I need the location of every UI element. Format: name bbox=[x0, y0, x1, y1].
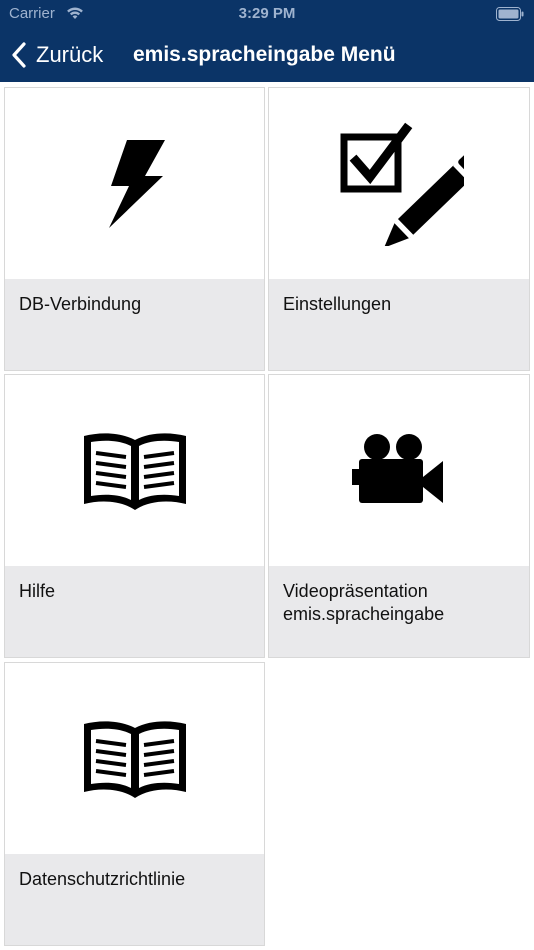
tile-label-area: DB-Verbindung bbox=[5, 279, 264, 370]
menu-grid: DB-Verbindung Einstellungen Hilfe Videop… bbox=[0, 82, 534, 950]
status-bar: Carrier 3:29 PM bbox=[0, 0, 534, 28]
tile-icon-area bbox=[269, 88, 529, 279]
status-time: 3:29 PM bbox=[238, 5, 296, 22]
menu-item-datenschutzrichtlinie[interactable]: Datenschutzrichtlinie bbox=[4, 662, 265, 946]
back-button[interactable]: Zurück bbox=[10, 28, 103, 82]
menu-item-label: Einstellungen bbox=[283, 294, 392, 314]
lightning-icon bbox=[108, 139, 165, 228]
app-screen: Carrier 3:29 PM Zurück emis.spracheingab… bbox=[0, 0, 534, 950]
back-label: Zurück bbox=[36, 42, 104, 67]
tile-icon-area bbox=[5, 88, 264, 279]
menu-item-label: DB-Verbindung bbox=[19, 294, 142, 314]
navigation-bar: Zurück emis.spracheingabe Menü bbox=[0, 28, 534, 82]
menu-item-label: Datenschutzrichtlinie bbox=[19, 869, 186, 889]
page-title: emis.spracheingabe Menü bbox=[133, 43, 396, 66]
chevron-left-icon bbox=[12, 42, 26, 68]
tile-label-area: Videopräsentation emis.spracheingabe bbox=[269, 566, 529, 657]
battery-icon bbox=[496, 7, 524, 21]
menu-item-einstellungen[interactable]: Einstellungen bbox=[268, 87, 530, 371]
book-icon bbox=[83, 720, 186, 798]
tile-icon-area bbox=[269, 375, 529, 566]
menu-item-label: Videopräsentation emis.spracheingabe bbox=[283, 581, 445, 624]
tile-icon-area bbox=[5, 663, 264, 854]
tile-label-area: Hilfe bbox=[5, 566, 264, 657]
book-icon bbox=[83, 432, 186, 510]
menu-item-videopraesentation[interactable]: Videopräsentation emis.spracheingabe bbox=[268, 374, 530, 658]
tile-label-area: Datenschutzrichtlinie bbox=[5, 854, 264, 945]
tile-icon-area bbox=[5, 375, 264, 566]
menu-item-label: Hilfe bbox=[19, 581, 56, 601]
menu-item-db-verbindung[interactable]: DB-Verbindung bbox=[4, 87, 265, 371]
checkbox-pencil-icon bbox=[340, 122, 464, 246]
tile-label-area: Einstellungen bbox=[269, 279, 529, 370]
menu-item-hilfe[interactable]: Hilfe bbox=[4, 374, 265, 658]
video-camera-icon bbox=[352, 433, 443, 503]
